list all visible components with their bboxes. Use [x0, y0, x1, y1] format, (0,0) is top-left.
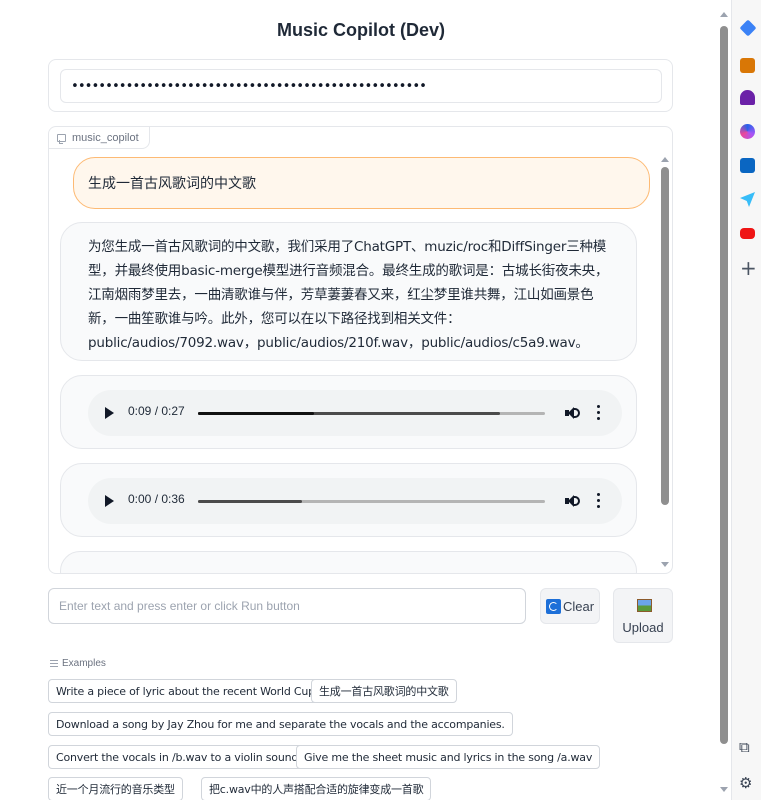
copilot-icon[interactable]: [740, 124, 755, 139]
audio-played-bar: [198, 412, 314, 415]
example-button[interactable]: Give me the sheet music and lyrics in th…: [296, 745, 601, 769]
more-options-icon[interactable]: [597, 493, 601, 509]
screenshot-icon[interactable]: ⧉: [739, 738, 750, 756]
message-input[interactable]: [48, 588, 526, 624]
add-icon[interactable]: +: [740, 258, 757, 278]
chess-icon[interactable]: [740, 90, 755, 105]
audio-buffered-bar: [198, 500, 303, 503]
scroll-thumb[interactable]: [661, 167, 669, 505]
volume-icon[interactable]: [565, 494, 581, 508]
list-icon: [50, 660, 58, 667]
api-key-panel: [48, 59, 673, 112]
example-button[interactable]: Download a song by Jay Zhou for me and s…: [48, 712, 513, 736]
audio-message: 0:00 / 0:36: [60, 463, 637, 537]
bot-message: 为您生成一首古风歌词的中文歌，我们采用了ChatGPT、muzic/roc和Di…: [60, 222, 637, 361]
chatbot-label-text: music_copilot: [72, 131, 139, 144]
example-button[interactable]: 把c.wav中的人声搭配合适的旋律变成一首歌: [201, 777, 432, 800]
telegram-icon[interactable]: [740, 192, 755, 207]
audio-time: 0:09 / 0:27: [128, 404, 185, 418]
bot-message-text: 为您生成一首古风歌词的中文歌，我们采用了ChatGPT、muzic/roc和Di…: [88, 239, 609, 351]
api-key-input[interactable]: [60, 69, 662, 103]
settings-icon[interactable]: ⚙: [739, 774, 752, 792]
examples-label: Examples: [50, 658, 106, 669]
outlook-icon[interactable]: [740, 158, 755, 173]
scroll-up-icon[interactable]: [661, 157, 669, 162]
audio-message-partial: [60, 551, 637, 573]
example-button[interactable]: 近一个月流行的音乐类型: [48, 777, 183, 800]
chatbot-panel: music_copilot 生成一首古风歌词的中文歌 为您生成一首古风歌词的中文…: [48, 126, 673, 574]
volume-icon[interactable]: [565, 406, 581, 420]
user-message: 生成一首古风歌词的中文歌: [73, 157, 650, 209]
scroll-up-icon[interactable]: [720, 12, 728, 17]
audio-time: 0:00 / 0:36: [128, 492, 185, 506]
clear-button[interactable]: Clear: [540, 588, 600, 624]
audio-message: 0:09 / 0:27: [60, 375, 637, 449]
image-icon: [637, 599, 652, 612]
scroll-down-icon[interactable]: [661, 562, 669, 567]
play-icon[interactable]: [105, 407, 114, 419]
audio-progress-track[interactable]: [198, 412, 545, 415]
briefcase-icon[interactable]: [740, 58, 755, 73]
chat-bubble-icon: [57, 133, 66, 144]
tag-icon[interactable]: [739, 19, 757, 37]
page-scrollbar[interactable]: [718, 8, 730, 796]
examples-label-text: Examples: [62, 658, 106, 669]
clear-button-label: Clear: [562, 598, 595, 614]
example-button[interactable]: Write a piece of lyric about the recent …: [48, 679, 327, 703]
browser-extension-sidebar: + ⧉ ⚙: [731, 0, 761, 800]
audio-player[interactable]: 0:09 / 0:27: [88, 390, 622, 436]
scroll-down-icon[interactable]: [720, 787, 728, 792]
app-root: Music Copilot (Dev) music_copilot 生成一首古风…: [0, 0, 716, 800]
upload-button-label: Upload: [622, 620, 664, 635]
more-options-icon[interactable]: [597, 405, 601, 421]
scroll-thumb[interactable]: [720, 26, 728, 744]
example-button[interactable]: 生成一首古风歌词的中文歌: [311, 679, 457, 703]
audio-player[interactable]: 0:00 / 0:36: [88, 478, 622, 524]
upload-button[interactable]: Upload: [613, 588, 673, 643]
chatbot-label: music_copilot: [49, 127, 150, 149]
play-icon[interactable]: [105, 495, 114, 507]
audio-progress-track[interactable]: [198, 500, 545, 503]
chatbot-scrollbar[interactable]: [659, 153, 671, 571]
refresh-icon: [545, 598, 561, 614]
youtube-icon[interactable]: [740, 228, 755, 239]
example-button[interactable]: Convert the vocals in /b.wav to a violin…: [48, 745, 310, 769]
user-message-text: 生成一首古风歌词的中文歌: [88, 176, 256, 192]
page-title: Music Copilot (Dev): [276, 20, 445, 40]
